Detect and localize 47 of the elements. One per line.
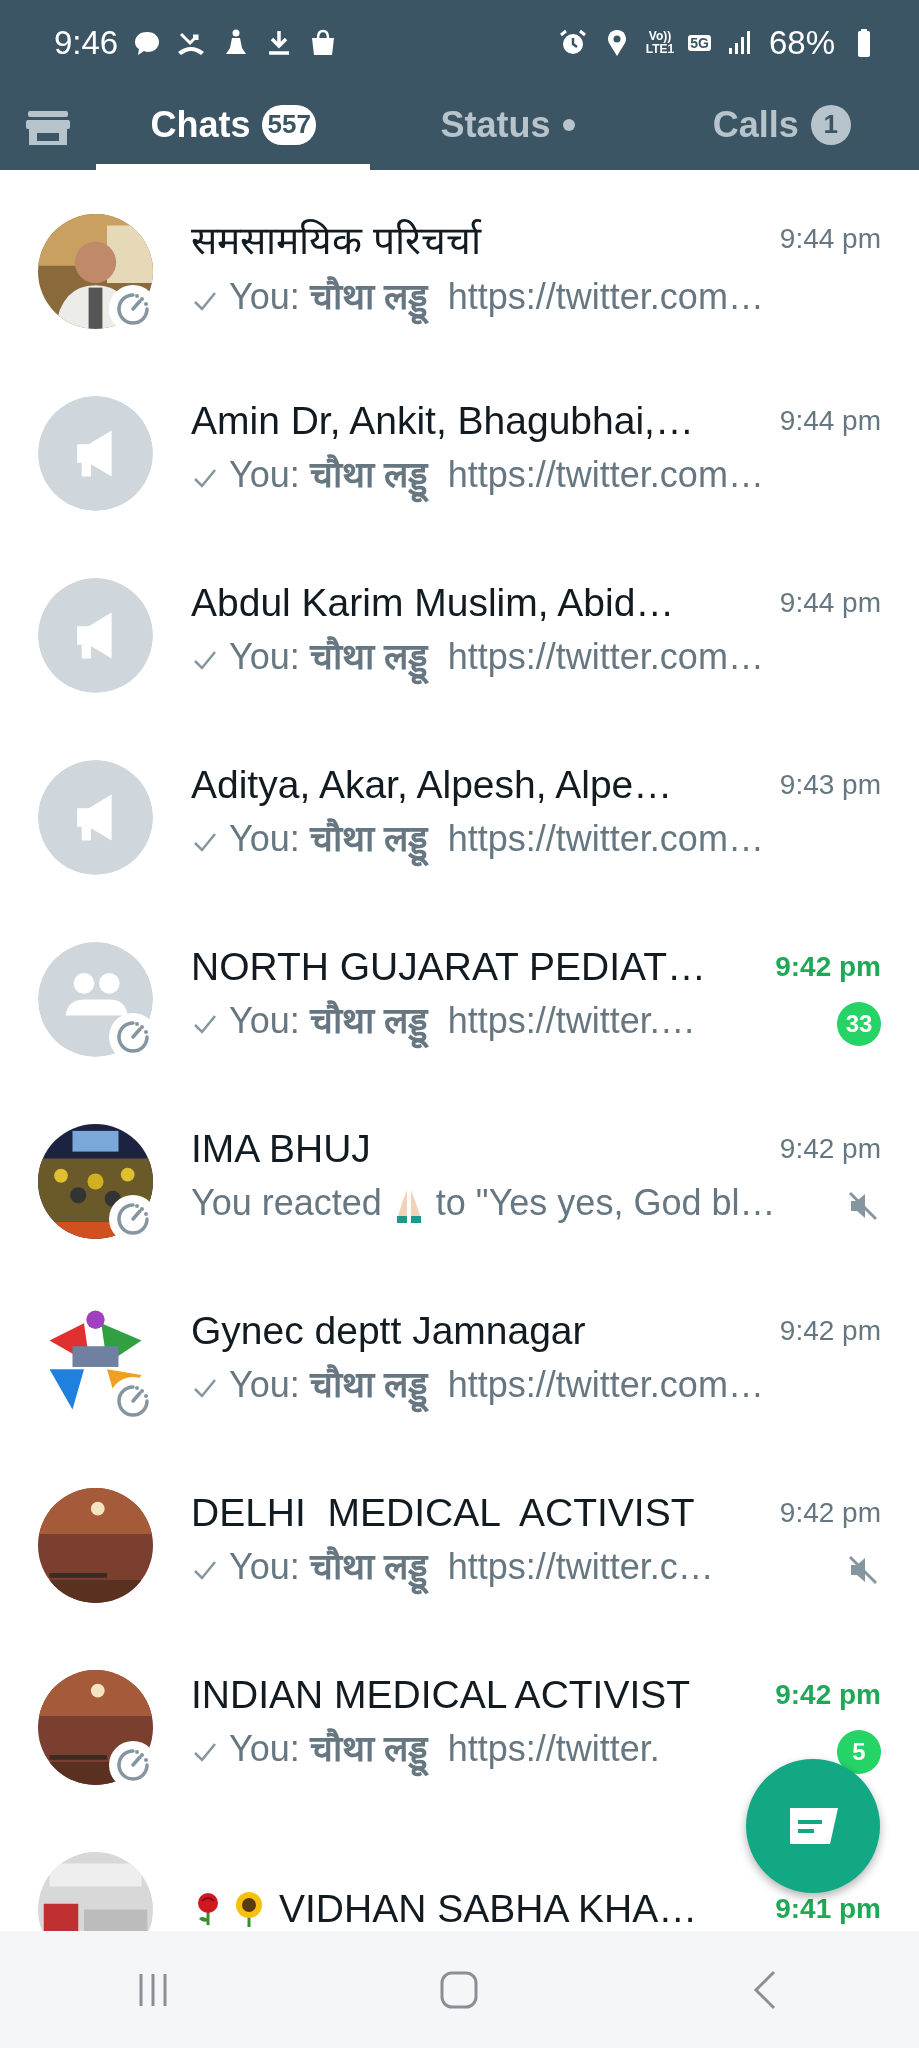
chat-time: 9:42 pm xyxy=(779,1314,881,1347)
tab[interactable]: Calls 1 xyxy=(644,85,919,170)
battery-percent: 68% xyxy=(768,23,835,62)
tab[interactable]: Status xyxy=(370,85,645,170)
unread-count: 5 xyxy=(837,1730,881,1774)
chat-title: समसामयिक परिचर्चा xyxy=(191,218,483,265)
message-preview: You: चौथा लड्डू https://twitter.c… xyxy=(229,1540,714,1600)
chat-title: VIDHAN SABHA KHA… xyxy=(279,1887,699,1931)
chat-time: 9:44 pm xyxy=(779,586,881,619)
clock: 9:46 xyxy=(54,23,119,62)
message-preview: You: चौथा लड्डू https://twitter. xyxy=(229,1722,660,1782)
chat-time: 9:43 pm xyxy=(779,768,881,801)
chat-title: Gynec deptt Jamnagar xyxy=(191,1308,587,1353)
new-chat-button[interactable] xyxy=(746,1759,880,1893)
message-preview: to "Yes yes, God bl… xyxy=(435,1180,776,1225)
message-preview: You: चौथा लड्डू https://twitter.… xyxy=(229,994,696,1054)
chat-time: 9:41 pm xyxy=(775,1893,881,1925)
message-preview: You: चौथा लड्डू https://twitter.com… xyxy=(229,630,764,690)
message-preview: You reacted xyxy=(191,1180,382,1225)
tab-badge: 1 xyxy=(810,104,851,145)
broadcast-avatar-icon xyxy=(38,759,153,875)
chat-time: 9:44 pm xyxy=(779,222,881,255)
chat-time: 9:44 pm xyxy=(779,404,881,437)
unread-count: 33 xyxy=(837,1002,881,1046)
volte-label: Vo)) xyxy=(648,29,672,43)
chat-title: INDIAN MEDICAL ACTIVIST xyxy=(191,1672,692,1717)
broadcast-avatar-icon xyxy=(38,395,153,511)
tab-badge: 557 xyxy=(262,104,316,145)
message-preview: You: चौथा लड्डू https://twitter.com… xyxy=(229,448,764,508)
chat-time: 9:42 pm xyxy=(779,1496,881,1529)
chat-time: 9:42 pm xyxy=(779,1132,881,1165)
chat-title: Abdul Karim Muslim, Abid… xyxy=(191,580,676,625)
chat-time: 9:42 pm xyxy=(775,1678,881,1711)
message-preview: You: चौथा लड्डू https://twitter.com… xyxy=(229,271,764,330)
broadcast-avatar-icon xyxy=(38,577,153,693)
lte-label: LTE1 xyxy=(645,42,675,56)
chat-title: DELHI MEDICAL ACTIVIST xyxy=(191,1490,696,1535)
message-preview: You: चौथा लड्डू https://twitter.com… xyxy=(229,812,764,872)
chat-title: Aditya, Akar, Alpesh, Alpe… xyxy=(191,762,674,807)
network-label: 5G xyxy=(688,34,711,51)
chat-title: NORTH GUJARAT PEDIAT… xyxy=(191,944,707,989)
message-preview: You: चौथा लड्डू https://twitter.com… xyxy=(229,1358,764,1418)
chat-time: 9:42 pm xyxy=(775,950,881,983)
tab[interactable]: Chats 557 xyxy=(96,85,371,170)
chat-title: Amin Dr, Ankit, Bhagubhai,… xyxy=(191,398,695,443)
store-icon[interactable] xyxy=(25,108,71,147)
chat-title: IMA BHUJ xyxy=(191,1126,372,1171)
